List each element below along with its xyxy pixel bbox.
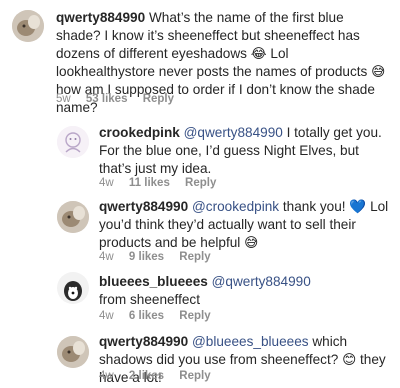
avatar[interactable] xyxy=(57,272,89,304)
comment-body: from sheeneffect xyxy=(99,292,201,307)
comment-age[interactable]: 4w xyxy=(99,251,114,263)
comment-text: qwerty884990 @crookedpink thank you! 💙 L… xyxy=(99,198,391,252)
avatar[interactable] xyxy=(12,10,44,42)
avatar-photo-icon xyxy=(12,10,44,42)
avatar[interactable] xyxy=(57,201,89,233)
avatar-photo-icon xyxy=(57,336,89,368)
avatar[interactable] xyxy=(57,126,89,158)
comment-age[interactable]: 4w xyxy=(99,370,114,382)
comment-mention[interactable]: @crookedpink xyxy=(192,199,279,214)
reply-item: crookedpink @qwerty884990 I totally get … xyxy=(0,112,400,192)
comment-mention[interactable]: @qwerty884990 xyxy=(184,125,283,140)
comment-likes[interactable]: 9 likes xyxy=(129,251,164,263)
comment-item: qwerty884990 What’s the name of the firs… xyxy=(0,0,400,115)
comment-meta: 4w 6 likes Reply xyxy=(99,309,223,323)
comment-text: crookedpink @qwerty884990 I totally get … xyxy=(99,124,391,178)
comment-likes[interactable]: 53 likes xyxy=(86,93,128,105)
reply-item: qwerty884990 @crookedpink thank you! 💙 L… xyxy=(0,192,400,268)
avatar[interactable] xyxy=(57,336,89,368)
comment-likes[interactable]: 2 likes xyxy=(129,370,164,382)
reply-item: blueees_blueees @qwerty884990 from sheen… xyxy=(0,268,400,330)
comment-likes[interactable]: 6 likes xyxy=(129,310,164,322)
comment-meta: 4w 9 likes Reply xyxy=(99,250,223,264)
comment-mention[interactable]: @blueees_blueees xyxy=(192,334,309,349)
reply-button[interactable]: Reply xyxy=(179,251,210,263)
comment-mention[interactable]: @qwerty884990 xyxy=(212,274,311,289)
reply-button[interactable]: Reply xyxy=(179,370,210,382)
avatar-photo-icon xyxy=(57,201,89,233)
comment-age[interactable]: 5w xyxy=(56,93,71,105)
reply-button[interactable]: Reply xyxy=(143,93,174,105)
comment-username[interactable]: qwerty884990 xyxy=(56,10,145,25)
reply-button[interactable]: Reply xyxy=(185,177,216,189)
comment-meta: 5w 53 likes Reply xyxy=(56,92,186,106)
avatar-dog-icon xyxy=(57,272,89,304)
comment-username[interactable]: qwerty884990 xyxy=(99,199,188,214)
avatar-illustration-icon xyxy=(57,126,89,158)
comment-meta: 4w 2 likes Reply xyxy=(99,369,223,383)
reply-item: qwerty884990 @blueees_blueees which shad… xyxy=(0,330,400,388)
comment-meta: 4w 11 likes Reply xyxy=(99,176,228,190)
comment-text: blueees_blueees @qwerty884990 from sheen… xyxy=(99,273,339,309)
comment-username[interactable]: qwerty884990 xyxy=(99,334,188,349)
reply-button[interactable]: Reply xyxy=(179,310,210,322)
comment-username[interactable]: blueees_blueees xyxy=(99,274,208,289)
comment-likes[interactable]: 11 likes xyxy=(129,177,170,189)
comment-username[interactable]: crookedpink xyxy=(99,125,180,140)
comment-age[interactable]: 4w xyxy=(99,310,114,322)
comment-age[interactable]: 4w xyxy=(99,177,114,189)
